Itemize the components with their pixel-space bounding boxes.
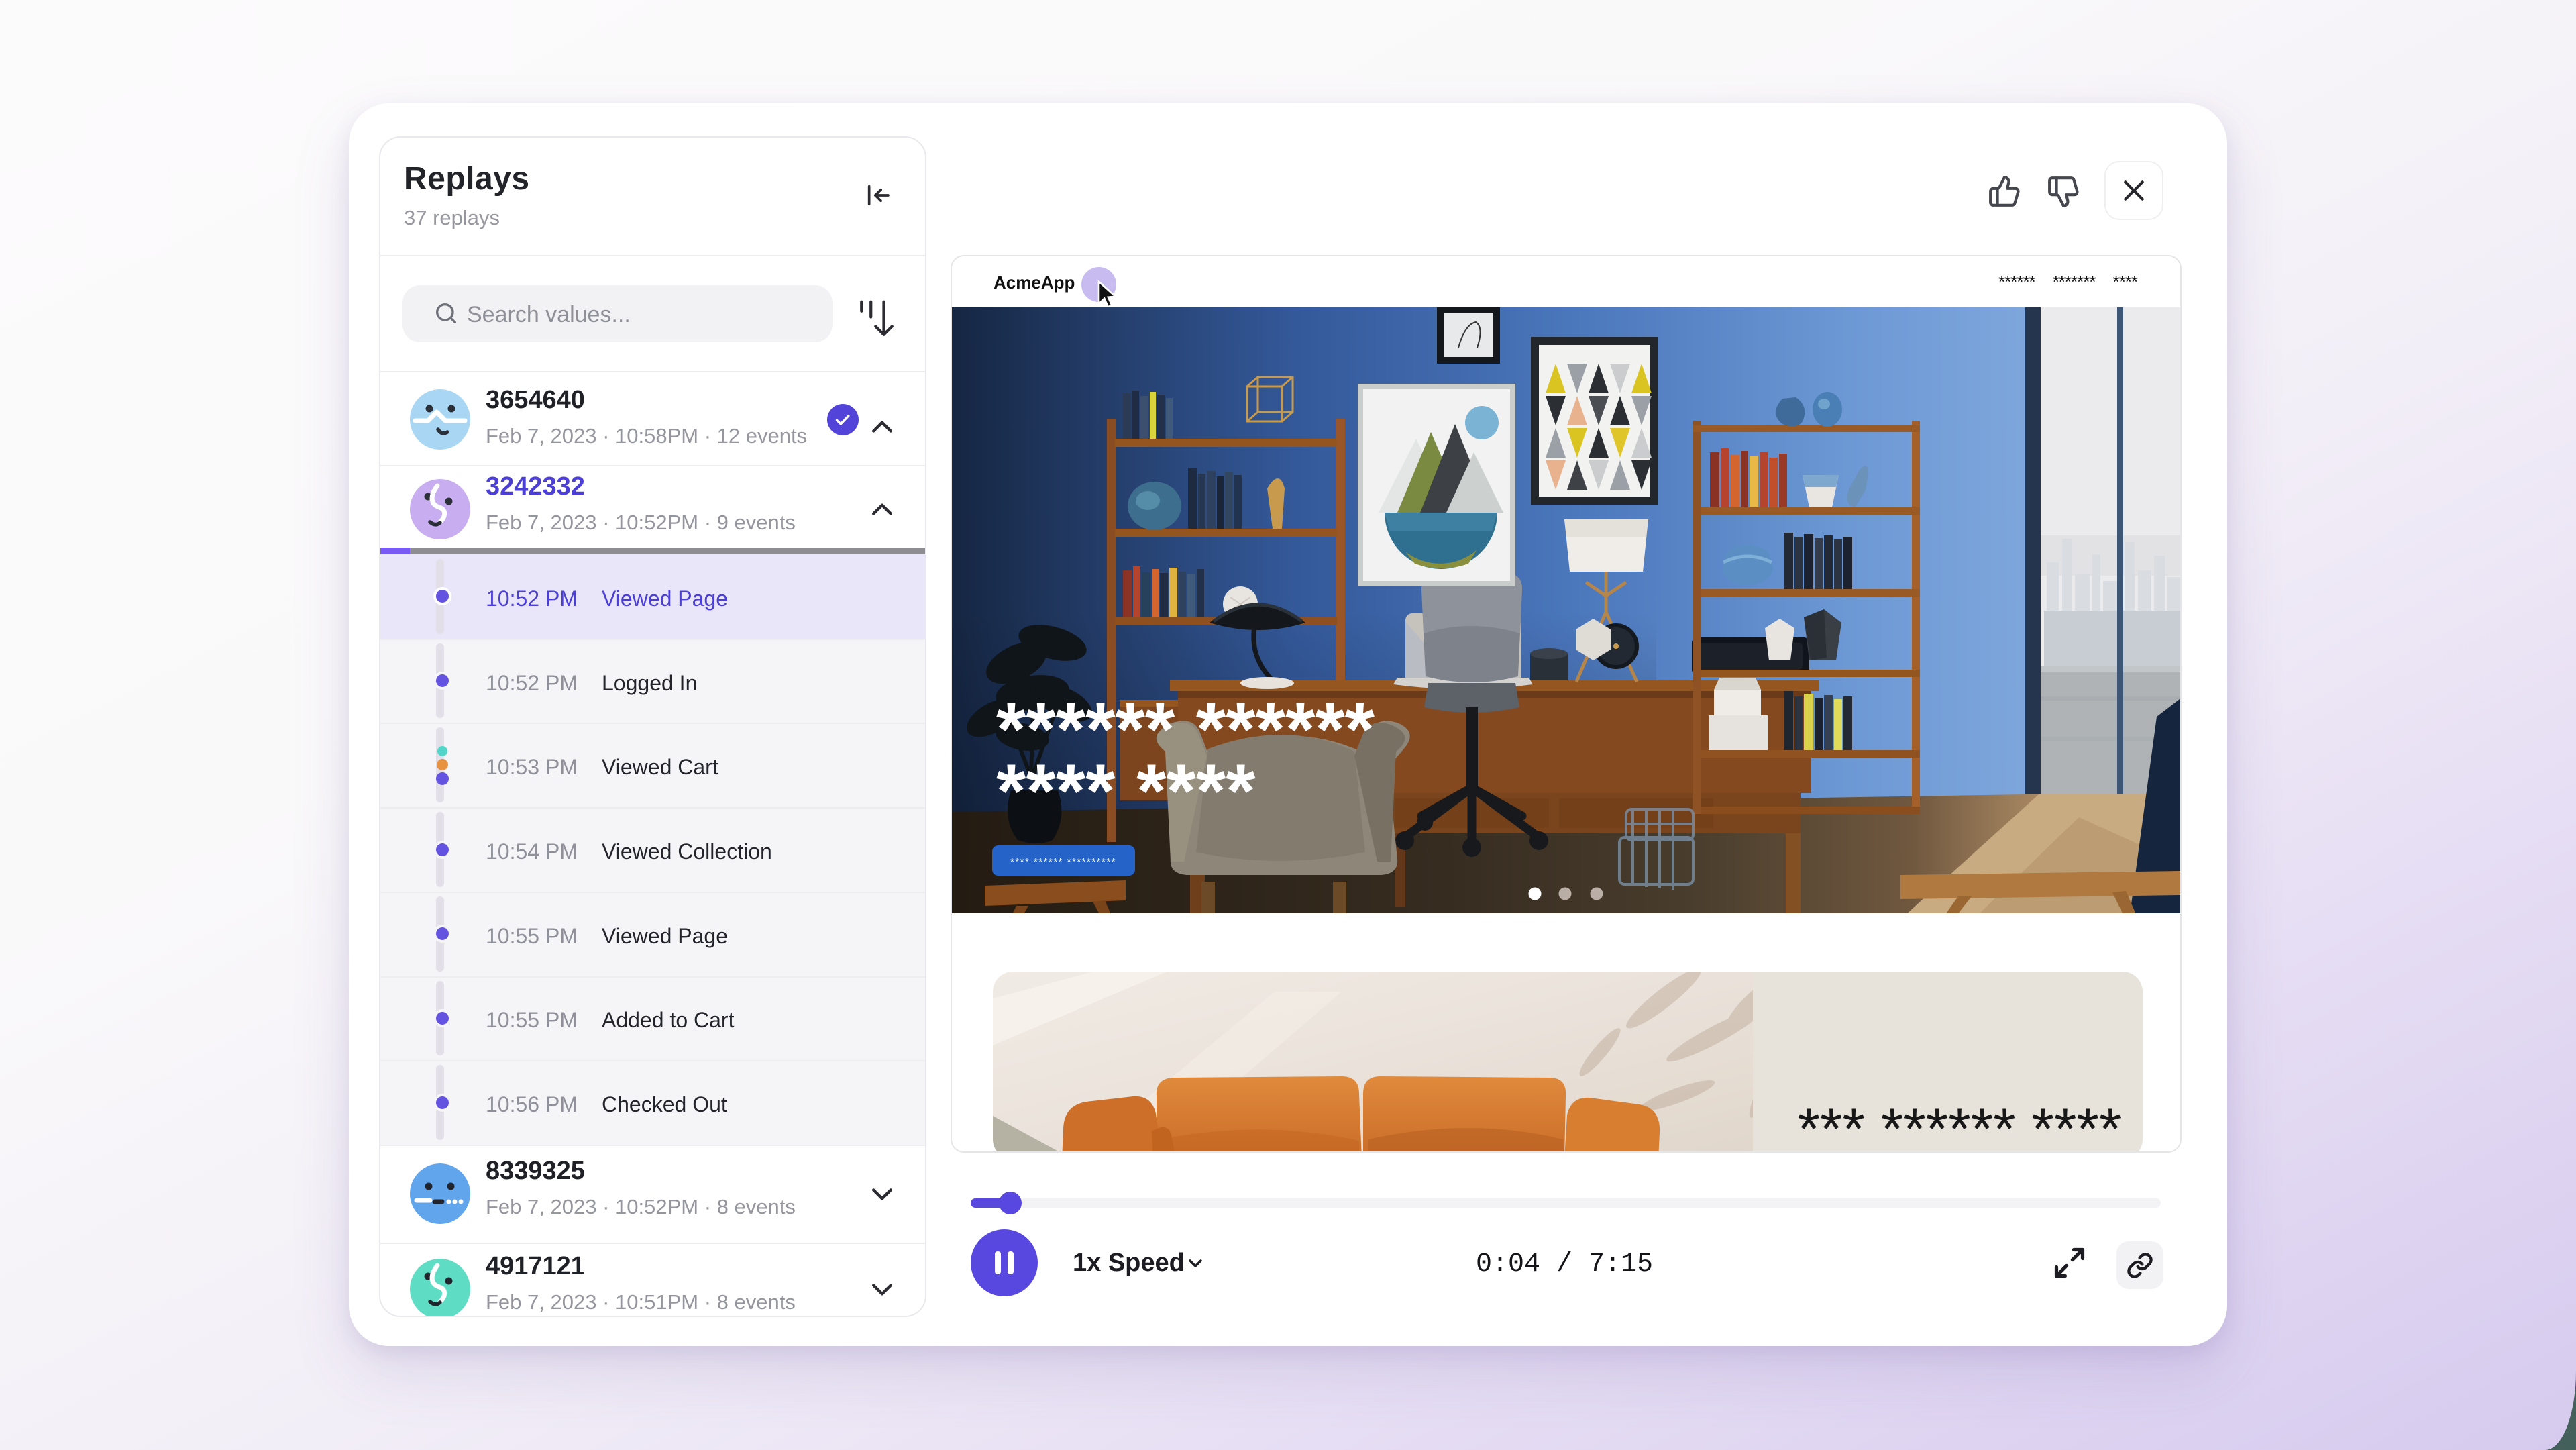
svg-text:**** ****: **** **** — [996, 749, 1256, 834]
svg-text:*** ****** ****: *** ****** **** — [1798, 1097, 2122, 1153]
svg-text:**** ****** **********: **** ****** ********** — [1010, 856, 1116, 868]
